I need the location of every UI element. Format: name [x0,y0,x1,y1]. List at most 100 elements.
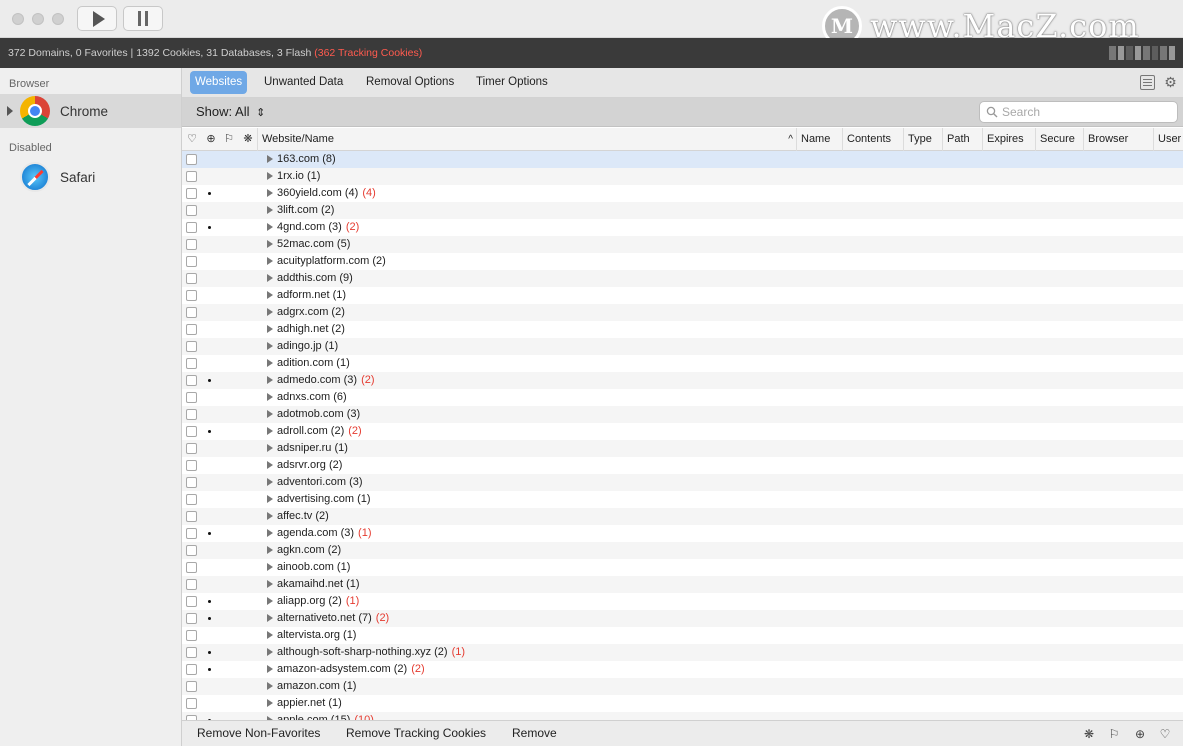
favorite-checkbox[interactable] [186,460,197,471]
flash-icon[interactable]: ❋ [1082,727,1096,741]
remove-non-favorites-button[interactable]: Remove Non-Favorites [197,726,320,740]
favorite-checkbox[interactable] [186,341,197,352]
favorite-checkbox[interactable] [186,273,197,284]
expand-triangle-icon[interactable] [267,359,273,367]
favorite-column-heart-icon[interactable]: ♡ [185,132,199,146]
expand-triangle-icon[interactable] [267,291,273,299]
column-type[interactable]: Type [903,128,942,151]
table-row[interactable]: adsniper.ru (1) [182,440,1183,457]
table-row[interactable]: adition.com (1) [182,355,1183,372]
table-row[interactable]: acuityplatform.com (2) [182,253,1183,270]
expand-triangle-icon[interactable] [267,563,273,571]
globe-icon[interactable]: ⊕ [1133,727,1147,741]
expand-triangle-icon[interactable] [267,240,273,248]
favorite-checkbox[interactable] [186,698,197,709]
remove-button[interactable]: Remove [512,726,557,740]
favorite-checkbox[interactable] [186,290,197,301]
search-box[interactable] [979,101,1178,123]
favorite-checkbox[interactable] [186,477,197,488]
close-window-button[interactable] [12,13,24,25]
table-row[interactable]: adform.net (1) [182,287,1183,304]
table-row[interactable]: adhigh.net (2) [182,321,1183,338]
expand-triangle-icon[interactable] [267,206,273,214]
expand-triangle-icon[interactable] [267,665,273,673]
expand-triangle-icon[interactable] [267,614,273,622]
table-row[interactable]: agenda.com (3) (1) [182,525,1183,542]
expand-triangle-icon[interactable] [267,682,273,690]
expand-triangle-icon[interactable] [267,308,273,316]
favorite-checkbox[interactable] [186,324,197,335]
sidebar-item-safari[interactable]: Safari [0,160,181,194]
favorite-checkbox[interactable] [186,358,197,369]
search-input[interactable] [1002,104,1172,120]
favorite-checkbox[interactable] [186,375,197,386]
expand-triangle-icon[interactable] [267,478,273,486]
favorite-checkbox[interactable] [186,171,197,182]
table-row[interactable]: ainoob.com (1) [182,559,1183,576]
globe-column-icon[interactable]: ⊕ [204,132,218,146]
expand-triangle-icon[interactable] [267,631,273,639]
pause-button[interactable] [123,6,163,31]
table-row[interactable]: alternativeto.net (7) (2) [182,610,1183,627]
favorite-checkbox[interactable] [186,579,197,590]
table-row[interactable]: akamaihd.net (1) [182,576,1183,593]
expand-triangle-icon[interactable] [267,274,273,282]
expand-triangle-icon[interactable] [267,444,273,452]
favorite-checkbox[interactable] [186,562,197,573]
expand-triangle-icon[interactable] [267,189,273,197]
expand-triangle-icon[interactable] [267,393,273,401]
expand-triangle-icon[interactable] [267,172,273,180]
favorite-checkbox[interactable] [186,188,197,199]
favorite-checkbox[interactable] [186,205,197,216]
expand-triangle-icon[interactable] [267,580,273,588]
favorite-checkbox[interactable] [186,222,197,233]
table-row[interactable]: appier.net (1) [182,695,1183,712]
favorite-checkbox[interactable] [186,528,197,539]
favorite-checkbox[interactable] [186,545,197,556]
favorite-checkbox[interactable] [186,647,197,658]
expand-triangle-icon[interactable] [267,427,273,435]
table-row[interactable]: adingo.jp (1) [182,338,1183,355]
table-row[interactable]: affec.tv (2) [182,508,1183,525]
favorite-checkbox[interactable] [186,596,197,607]
expand-triangle-icon[interactable] [267,461,273,469]
play-button[interactable] [77,6,117,31]
expand-triangle-icon[interactable] [267,325,273,333]
column-name[interactable]: Name [796,128,842,151]
column-website-name[interactable]: Website/Name ^ [257,128,797,151]
disclosure-triangle-icon[interactable] [7,106,13,116]
flag-icon[interactable]: ⚐ [1107,727,1121,741]
column-contents[interactable]: Contents [842,128,904,151]
table-row[interactable]: amazon-adsystem.com (2) (2) [182,661,1183,678]
table-row[interactable]: 1rx.io (1) [182,168,1183,185]
table-row[interactable]: adventori.com (3) [182,474,1183,491]
table-row[interactable]: adotmob.com (3) [182,406,1183,423]
favorite-checkbox[interactable] [186,239,197,250]
column-browser[interactable]: Browser [1083,128,1153,151]
heart-icon[interactable]: ♡ [1158,727,1172,741]
favorite-checkbox[interactable] [186,154,197,165]
expand-triangle-icon[interactable] [267,155,273,163]
remove-tracking-cookies-button[interactable]: Remove Tracking Cookies [346,726,486,740]
column-user[interactable]: User [1153,128,1183,151]
expand-triangle-icon[interactable] [267,648,273,656]
column-secure[interactable]: Secure [1035,128,1083,151]
expand-triangle-icon[interactable] [267,410,273,418]
expand-triangle-icon[interactable] [267,597,273,605]
expand-triangle-icon[interactable] [267,699,273,707]
column-path[interactable]: Path [942,128,983,151]
table-row[interactable]: aliapp.org (2) (1) [182,593,1183,610]
tracking-column-flag-icon[interactable]: ⚐ [222,132,236,146]
table-row[interactable]: 3lift.com (2) [182,202,1183,219]
tab-removal-options[interactable]: Removal Options [361,71,459,94]
expand-triangle-icon[interactable] [267,257,273,265]
table-row[interactable]: 163.com (8) [182,151,1183,168]
expand-triangle-icon[interactable] [267,342,273,350]
expand-triangle-icon[interactable] [267,546,273,554]
show-filter-dropdown[interactable]: Show: All ⇕ [196,104,265,119]
favorite-checkbox[interactable] [186,613,197,624]
favorite-checkbox[interactable] [186,392,197,403]
tab-unwanted-data[interactable]: Unwanted Data [259,71,348,94]
flash-column-icon[interactable]: ❋ [241,132,255,146]
favorite-checkbox[interactable] [186,307,197,318]
